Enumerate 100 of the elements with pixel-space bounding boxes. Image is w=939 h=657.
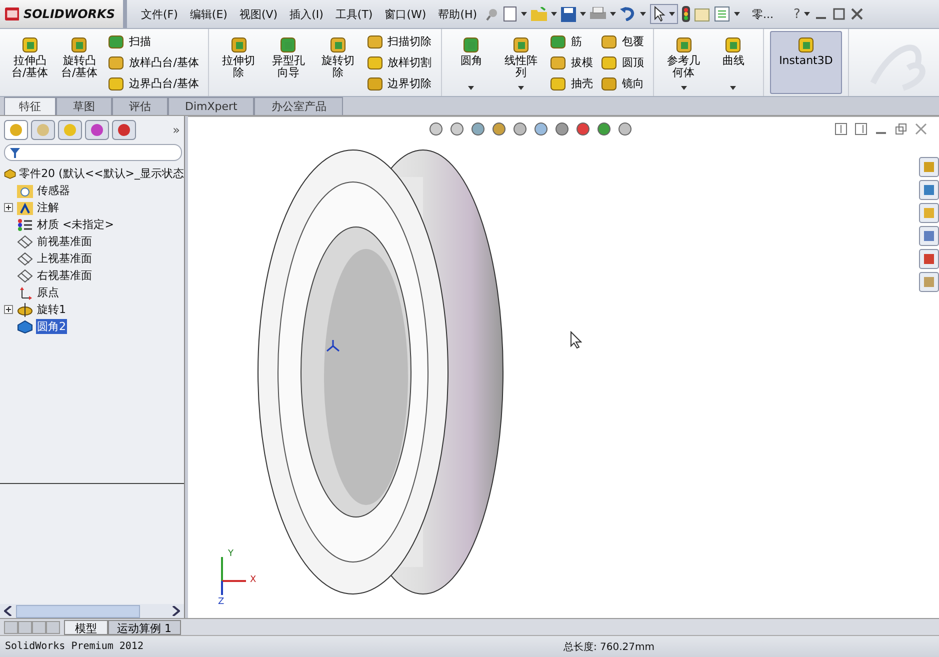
ribbon-button[interactable]: 拔模: [546, 54, 596, 72]
caret-icon[interactable]: [518, 86, 524, 90]
pin-icon[interactable]: [485, 7, 500, 21]
close-icon[interactable]: [915, 123, 927, 135]
caret-icon[interactable]: [521, 12, 528, 16]
feature-icon: [600, 54, 617, 70]
feature-icon: [20, 36, 39, 54]
ribbon-button[interactable]: 边界切除: [364, 74, 435, 92]
ribbon-button[interactable]: Instant3D: [770, 31, 842, 94]
ribbon-button[interactable]: 拉伸切除: [214, 31, 262, 94]
task-pane-tab-icon[interactable]: [919, 272, 939, 292]
task-pane-tab-icon[interactable]: [919, 226, 939, 246]
save-icon[interactable]: [561, 6, 576, 22]
task-pane-tab-icon[interactable]: [919, 157, 939, 177]
expand-icon[interactable]: [4, 305, 13, 314]
ribbon-button[interactable]: 扫描切除: [364, 32, 435, 50]
panel-splitter-handle[interactable]: [185, 116, 188, 618]
plane-icon: [17, 268, 33, 282]
menu-item[interactable]: 窗口(W): [384, 6, 426, 22]
command-tab[interactable]: 特征: [4, 97, 56, 115]
scroll-right-icon[interactable]: [172, 606, 180, 616]
menu-item[interactable]: 编辑(E): [190, 6, 228, 22]
caret-icon[interactable]: [610, 12, 616, 16]
ribbon-button[interactable]: 参考几何体: [660, 31, 708, 94]
tree-item[interactable]: 零件20 (默认<<默认>_显示状态: [19, 166, 184, 181]
caret-icon[interactable]: [468, 86, 474, 90]
ribbon-button[interactable]: 曲线: [709, 31, 758, 94]
ribbon-button[interactable]: 放样切割: [364, 54, 435, 72]
expand-icon[interactable]: [4, 203, 13, 212]
tree-item[interactable]: 右视基准面: [36, 268, 93, 283]
origin-icon: [17, 286, 33, 300]
options-list-icon[interactable]: [714, 6, 730, 22]
ribbon-button[interactable]: 异型孔向导: [264, 31, 312, 94]
sheet-tab[interactable]: 模型: [64, 620, 108, 634]
document-title: 零...: [752, 6, 774, 22]
horizontal-scrollbar[interactable]: [0, 604, 184, 618]
ribbon-button[interactable]: 扫描: [105, 32, 202, 50]
ribbon-button[interactable]: 筋: [546, 32, 596, 50]
ribbon-button[interactable]: 线性阵列: [497, 31, 545, 94]
split-view-icon[interactable]: [855, 123, 867, 135]
tree-item[interactable]: 注解: [36, 200, 60, 215]
caret-icon[interactable]: [680, 86, 687, 90]
filter-icon: [10, 148, 20, 158]
panel-tab-icon[interactable]: [4, 120, 28, 140]
caret-icon[interactable]: [580, 12, 586, 16]
panel-tab-icon[interactable]: [85, 120, 109, 140]
scrollbar-thumb[interactable]: [16, 604, 140, 618]
menu-item[interactable]: 视图(V): [239, 6, 278, 22]
caret-icon[interactable]: [640, 12, 646, 16]
split-view-icon[interactable]: [835, 123, 847, 135]
tree-item[interactable]: 圆角2: [36, 319, 67, 334]
ribbon-button[interactable]: 圆角: [448, 31, 496, 94]
task-pane-tab-icon[interactable]: [919, 249, 939, 269]
caret-icon[interactable]: [804, 12, 810, 16]
scroll-left-icon[interactable]: [4, 606, 12, 616]
caret-icon[interactable]: [734, 12, 740, 16]
ribbon-button[interactable]: 抽壳: [546, 74, 596, 92]
close-icon[interactable]: [850, 7, 864, 21]
tree-item[interactable]: 旋转1: [36, 302, 67, 317]
traffic-light-icon[interactable]: [682, 6, 690, 22]
help-button[interactable]: ?: [794, 6, 800, 22]
filter-field[interactable]: [4, 144, 182, 161]
ribbon-button[interactable]: 拉伸凸台/基体: [6, 31, 54, 94]
ribbon-button[interactable]: 包覆: [598, 32, 647, 50]
undo-icon[interactable]: [620, 7, 636, 21]
task-pane-tab-icon[interactable]: [919, 180, 939, 200]
feature-icon: [70, 36, 88, 54]
sheet-tab[interactable]: 运动算例 1: [108, 620, 180, 634]
status-text: SolidWorks Premium 2012: [5, 641, 144, 652]
caret-icon[interactable]: [551, 12, 558, 16]
panel-tab-icon[interactable]: [112, 120, 136, 140]
ribbon-button[interactable]: 镜向: [598, 74, 647, 92]
command-tab[interactable]: 评估: [112, 97, 168, 115]
tree-item[interactable]: 传感器: [36, 183, 71, 198]
menu-item[interactable]: 插入(I): [290, 6, 324, 22]
annotation-folder-icon: [17, 200, 33, 214]
command-tab[interactable]: 草图: [56, 97, 112, 115]
caret-icon[interactable]: [730, 86, 736, 90]
feature-icon: [796, 36, 815, 54]
tree-item[interactable]: 原点: [36, 285, 60, 300]
menu-item[interactable]: 工具(T): [335, 6, 373, 22]
ribbon-button[interactable]: 圆顶: [598, 54, 647, 72]
menu-item[interactable]: 文件(F): [141, 6, 178, 22]
ribbon-button[interactable]: 放样凸台/基体: [105, 54, 202, 72]
command-tab[interactable]: 办公室产品: [254, 97, 344, 115]
ribbon-button[interactable]: 旋转凸台/基体: [56, 31, 104, 94]
tree-item[interactable]: 材质 <未指定>: [36, 217, 115, 232]
command-tab[interactable]: DimXpert: [168, 97, 254, 115]
select-cursor-icon[interactable]: [650, 4, 678, 24]
ribbon-button[interactable]: 旋转切除: [314, 31, 362, 94]
ribbon-button[interactable]: 边界凸台/基体: [105, 74, 202, 92]
menu-item[interactable]: 帮助(H): [438, 6, 478, 22]
new-document-icon[interactable]: [503, 6, 518, 22]
tree-item[interactable]: 上视基准面: [36, 251, 93, 266]
task-pane-tab-icon[interactable]: [919, 203, 939, 223]
restore-icon[interactable]: [895, 123, 907, 135]
axis-label: Y: [228, 549, 234, 559]
more-tabs-button[interactable]: »: [172, 123, 180, 137]
tree-item[interactable]: 前视基准面: [36, 234, 93, 249]
maximize-icon[interactable]: [832, 7, 846, 21]
